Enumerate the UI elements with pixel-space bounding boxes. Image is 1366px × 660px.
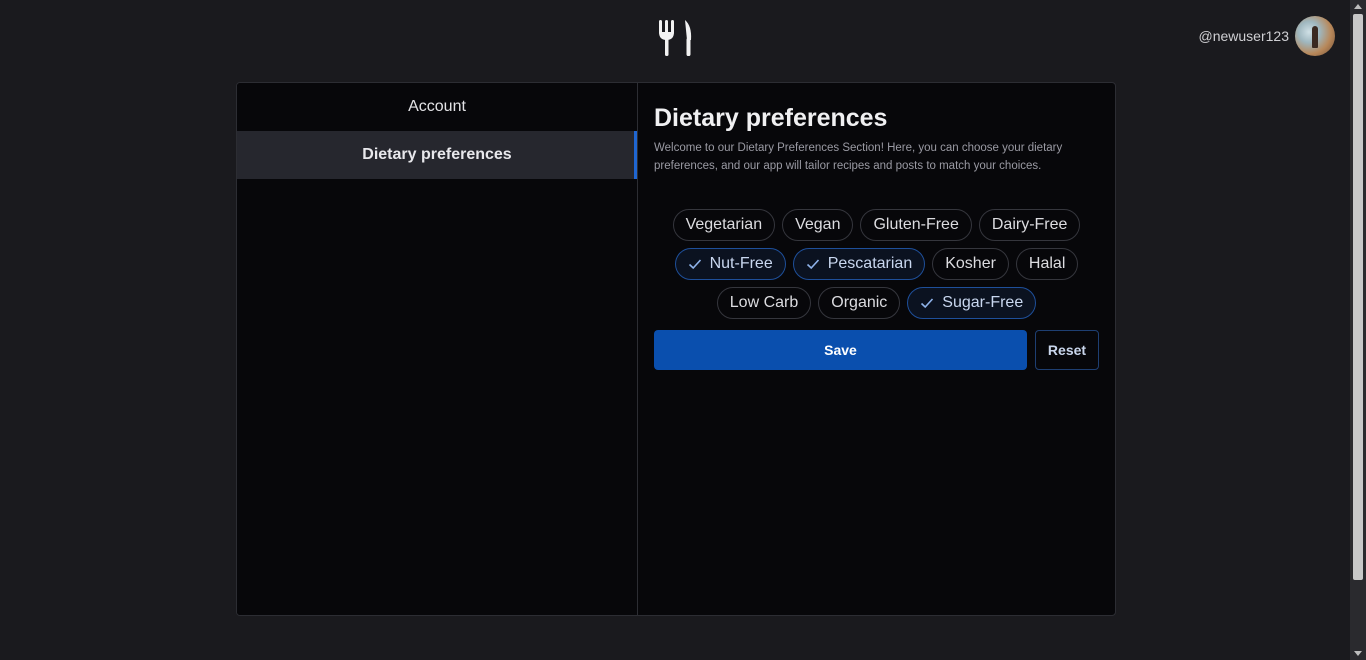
scroll-down-arrow-icon[interactable] [1354, 651, 1362, 656]
check-icon [806, 259, 819, 270]
chip-label: Nut-Free [709, 255, 773, 272]
scrollbar-thumb[interactable] [1353, 14, 1363, 580]
chip-pescatarian[interactable]: Pescatarian [792, 248, 926, 280]
settings-sidebar: Account Dietary preferences [237, 83, 638, 615]
settings-card: Account Dietary preferences Dietary pref… [236, 82, 1116, 616]
chip-label: Low Carb [729, 294, 799, 311]
chip-row: Low Carb Organic Sugar-Free [716, 287, 1037, 319]
chip-halal[interactable]: Halal [1015, 248, 1079, 280]
chip-kosher[interactable]: Kosher [932, 248, 1009, 280]
chip-vegetarian[interactable]: Vegetarian [672, 209, 776, 241]
section-description: Welcome to our Dietary Preferences Secti… [654, 142, 1063, 172]
chip-gluten-free[interactable]: Gluten-Free [860, 209, 972, 241]
sidebar-item-dietary-preferences[interactable]: Dietary preferences [237, 131, 637, 179]
chip-nut-free[interactable]: Nut-Free [674, 248, 786, 280]
dietary-preferences-panel: Dietary preferences Welcome to our Dieta… [638, 83, 1115, 615]
form-actions: Save Reset [654, 330, 1099, 370]
chip-organic[interactable]: Organic [818, 287, 901, 319]
chip-label: Vegetarian [685, 216, 763, 233]
preference-chips: Vegetarian Vegan Gluten-Free Dairy-Free … [654, 209, 1099, 319]
chip-label: Kosher [945, 255, 996, 272]
check-icon [688, 259, 701, 270]
scroll-up-arrow-icon[interactable] [1354, 4, 1362, 9]
fork-knife-icon[interactable] [657, 18, 695, 58]
chip-label: Halal [1028, 255, 1066, 272]
sidebar-item-account[interactable]: Account [237, 83, 637, 131]
chip-row: Vegetarian Vegan Gluten-Free Dairy-Free [672, 209, 1081, 241]
user-menu[interactable]: @newuser123 [1198, 16, 1335, 56]
chip-sugar-free[interactable]: Sugar-Free [907, 287, 1037, 319]
chip-low-carb[interactable]: Low Carb [716, 287, 812, 319]
avatar[interactable] [1295, 16, 1335, 56]
chip-dairy-free[interactable]: Dairy-Free [978, 209, 1081, 241]
save-button[interactable]: Save [654, 330, 1027, 370]
page-scrollbar[interactable] [1350, 0, 1366, 660]
chip-label: Pescatarian [827, 255, 913, 272]
page: @newuser123 Account Dietary preferences … [0, 0, 1366, 660]
reset-button[interactable]: Reset [1035, 330, 1099, 370]
chip-label: Vegan [795, 216, 841, 233]
chip-label: Sugar-Free [942, 294, 1024, 311]
check-icon [921, 298, 934, 309]
sidebar-item-label: Account [408, 98, 466, 115]
username: @newuser123 [1198, 28, 1290, 44]
chip-label: Dairy-Free [991, 216, 1068, 233]
chip-row: Nut-Free Pescatarian Kosher Halal [674, 248, 1079, 280]
chip-label: Gluten-Free [873, 216, 959, 233]
sidebar-item-label: Dietary preferences [362, 146, 512, 163]
chip-vegan[interactable]: Vegan [782, 209, 854, 241]
chip-label: Organic [831, 294, 888, 311]
page-title: Dietary preferences [654, 104, 888, 132]
